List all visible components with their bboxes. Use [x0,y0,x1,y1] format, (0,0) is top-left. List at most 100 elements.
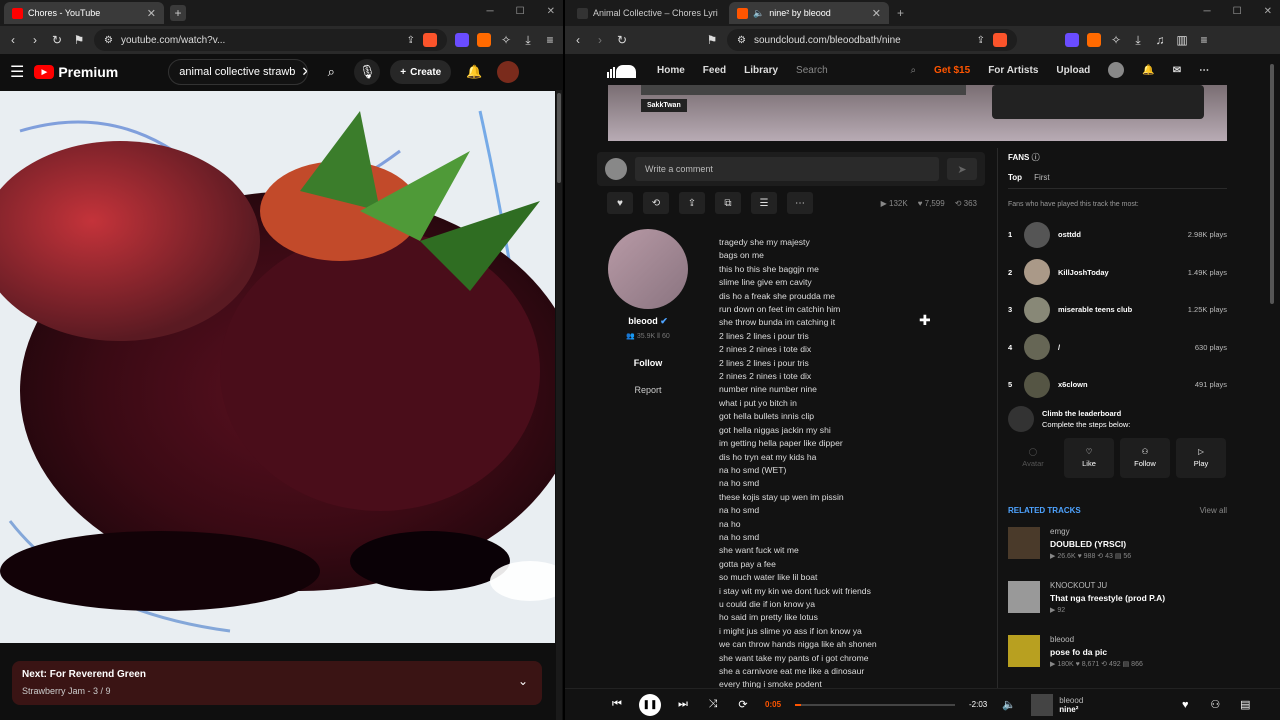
tab-top[interactable]: Top [1008,173,1022,182]
upload-link[interactable]: Upload [1056,65,1090,76]
forward-icon[interactable]: › [28,33,42,47]
search-icon[interactable]: ⌕ [318,59,344,85]
url-field[interactable]: ⚙ youtube.com/watch?v... ⇪ [94,29,447,51]
scroll-thumb[interactable] [1270,64,1274,304]
share-icon[interactable]: ⇪ [407,35,415,46]
bookmark-icon[interactable]: ⚑ [72,33,86,47]
fan-row[interactable]: 3 miserable teens club 1.25K plays [1008,291,1227,329]
track-artist[interactable]: bleood [1050,635,1143,644]
close-window-icon[interactable]: ✕ [547,6,555,17]
step-like[interactable]: ♡ Like [1064,437,1114,478]
minimize-icon[interactable]: ─ [1204,6,1211,17]
extension-icon[interactable] [1065,33,1079,47]
track-cover[interactable] [1008,580,1040,613]
copy-link-icon[interactable]: ⧉ [715,192,741,214]
repeat-icon[interactable]: ⟳ [735,698,751,711]
follow-icon[interactable]: ⚇ [1207,698,1223,711]
site-info-icon[interactable]: ⚙ [737,35,746,46]
speaker-icon[interactable]: 🔈 [753,8,764,19]
tab-first[interactable]: First [1034,173,1050,182]
repost-icon[interactable]: ⟲ [643,192,669,214]
bell-icon[interactable]: 🔔 [461,59,487,85]
progress-bar[interactable] [795,703,956,706]
menu-icon[interactable]: ≡ [543,33,557,47]
scroll-thumb[interactable] [557,93,561,183]
queue-icon[interactable]: ▤ [1237,698,1253,711]
fan-name[interactable]: osttdd [1058,230,1188,239]
fan-avatar[interactable] [1024,371,1050,398]
mail-icon[interactable]: ✉ [1173,65,1181,76]
next-icon[interactable]: ⏭ [675,698,691,711]
fan-row[interactable]: 1 osttdd 2.98K plays [1008,216,1227,254]
fan-avatar[interactable] [1024,334,1050,361]
pause-button[interactable]: ❚❚ [639,693,661,716]
step-avatar[interactable]: ◯ Avatar [1008,438,1058,478]
volume-icon[interactable]: 🔈 [1001,698,1017,711]
fan-row[interactable]: 5 x6clown 491 plays [1008,366,1227,404]
search-input[interactable]: animal collective strawb ✕ [168,59,309,85]
download-icon[interactable]: ⤓ [521,33,535,48]
follow-button[interactable]: Follow [608,358,688,368]
share-icon[interactable]: ⇪ [679,192,705,214]
more-icon[interactable]: ⋯ [1199,65,1209,76]
clear-search-icon[interactable]: ✕ [301,64,307,80]
menu-icon[interactable]: ≡ [1197,33,1211,47]
user-avatar[interactable] [1108,62,1125,78]
track-artist[interactable]: emgy [1050,527,1131,536]
waveform-comments-banner[interactable]: SakkTwan [608,85,1227,141]
music-icon[interactable]: ♫ [1153,33,1167,47]
nav-home[interactable]: Home [657,65,685,76]
album-art[interactable] [0,91,555,643]
now-playing[interactable]: bleood nine² [1031,693,1083,716]
back-icon[interactable]: ‹ [6,33,20,47]
step-play[interactable]: ▷ Play [1176,437,1226,478]
new-tab-button[interactable]: + [170,5,186,21]
mic-icon[interactable]: 🎙 [354,59,381,85]
up-next-bar[interactable]: Next: For Reverend Green Strawberry Jam … [12,661,542,705]
avatar[interactable] [497,61,520,83]
back-icon[interactable]: ‹ [571,33,585,47]
puzzle-icon[interactable]: ✧ [499,33,513,47]
track-title[interactable]: That nga freestyle (prod P.A) [1050,593,1165,603]
step-follow[interactable]: ⚇ Follow [1120,437,1170,478]
like-icon[interactable]: ♥ [1177,699,1193,711]
more-icon[interactable]: ⋯ [787,192,813,214]
track-title[interactable]: pose fo da pic [1050,647,1143,657]
fan-avatar[interactable] [1024,259,1050,286]
track-cover[interactable] [1008,634,1040,667]
info-icon[interactable]: ⓘ [1032,153,1040,162]
related-track[interactable]: KNOCKOUT JU That nga freestyle (prod P.A)… [1008,580,1227,623]
shuffle-icon[interactable]: ⤨ [705,698,721,711]
nav-library[interactable]: Library [744,65,778,76]
url-field[interactable]: ⚙ soundcloud.com/bleoodbath/nine ⇪ [727,29,1017,51]
youtube-logo[interactable]: ▶ Premium [34,64,118,80]
share-icon[interactable]: ⇪ [977,35,985,46]
extension-icon[interactable] [1087,33,1101,47]
bell-icon[interactable]: 🔔 [1142,65,1154,76]
fan-avatar[interactable] [1024,221,1050,248]
track-cover[interactable] [1008,526,1040,559]
tab-soundcloud[interactable]: 🔈 nine² by bleood ✕ [729,2,889,24]
new-tab-button[interactable]: + [897,6,904,20]
forward-icon[interactable]: › [593,33,607,47]
comment-input[interactable]: Write a comment [635,157,939,181]
fan-row[interactable]: 4 /630 plays [1008,329,1227,367]
artist-avatar[interactable] [608,229,688,309]
nav-feed[interactable]: Feed [703,65,726,76]
download-icon[interactable]: ⤓ [1131,33,1145,48]
add-to-playlist-icon[interactable]: ☰ [751,192,777,214]
fan-name[interactable]: / [1058,343,1195,352]
report-button[interactable]: Report [608,385,688,395]
hamburger-icon[interactable]: ☰ [10,62,24,82]
bookmark-icon[interactable]: ⚑ [705,33,719,47]
for-artists-link[interactable]: For Artists [988,65,1038,76]
page-scrollbar[interactable] [556,90,562,720]
soundcloud-logo-icon[interactable] [607,62,639,78]
maximize-icon[interactable]: ☐ [1233,6,1242,17]
tab-youtube[interactable]: Chores - YouTube ✕ [4,2,164,24]
page-scrollbar[interactable] [1270,54,1276,688]
chevron-down-icon[interactable]: ⌄ [518,674,528,688]
maximize-icon[interactable]: ☐ [516,6,525,17]
fan-name[interactable]: miserable teens club [1058,305,1188,314]
like-icon[interactable]: ♥ [607,192,633,214]
